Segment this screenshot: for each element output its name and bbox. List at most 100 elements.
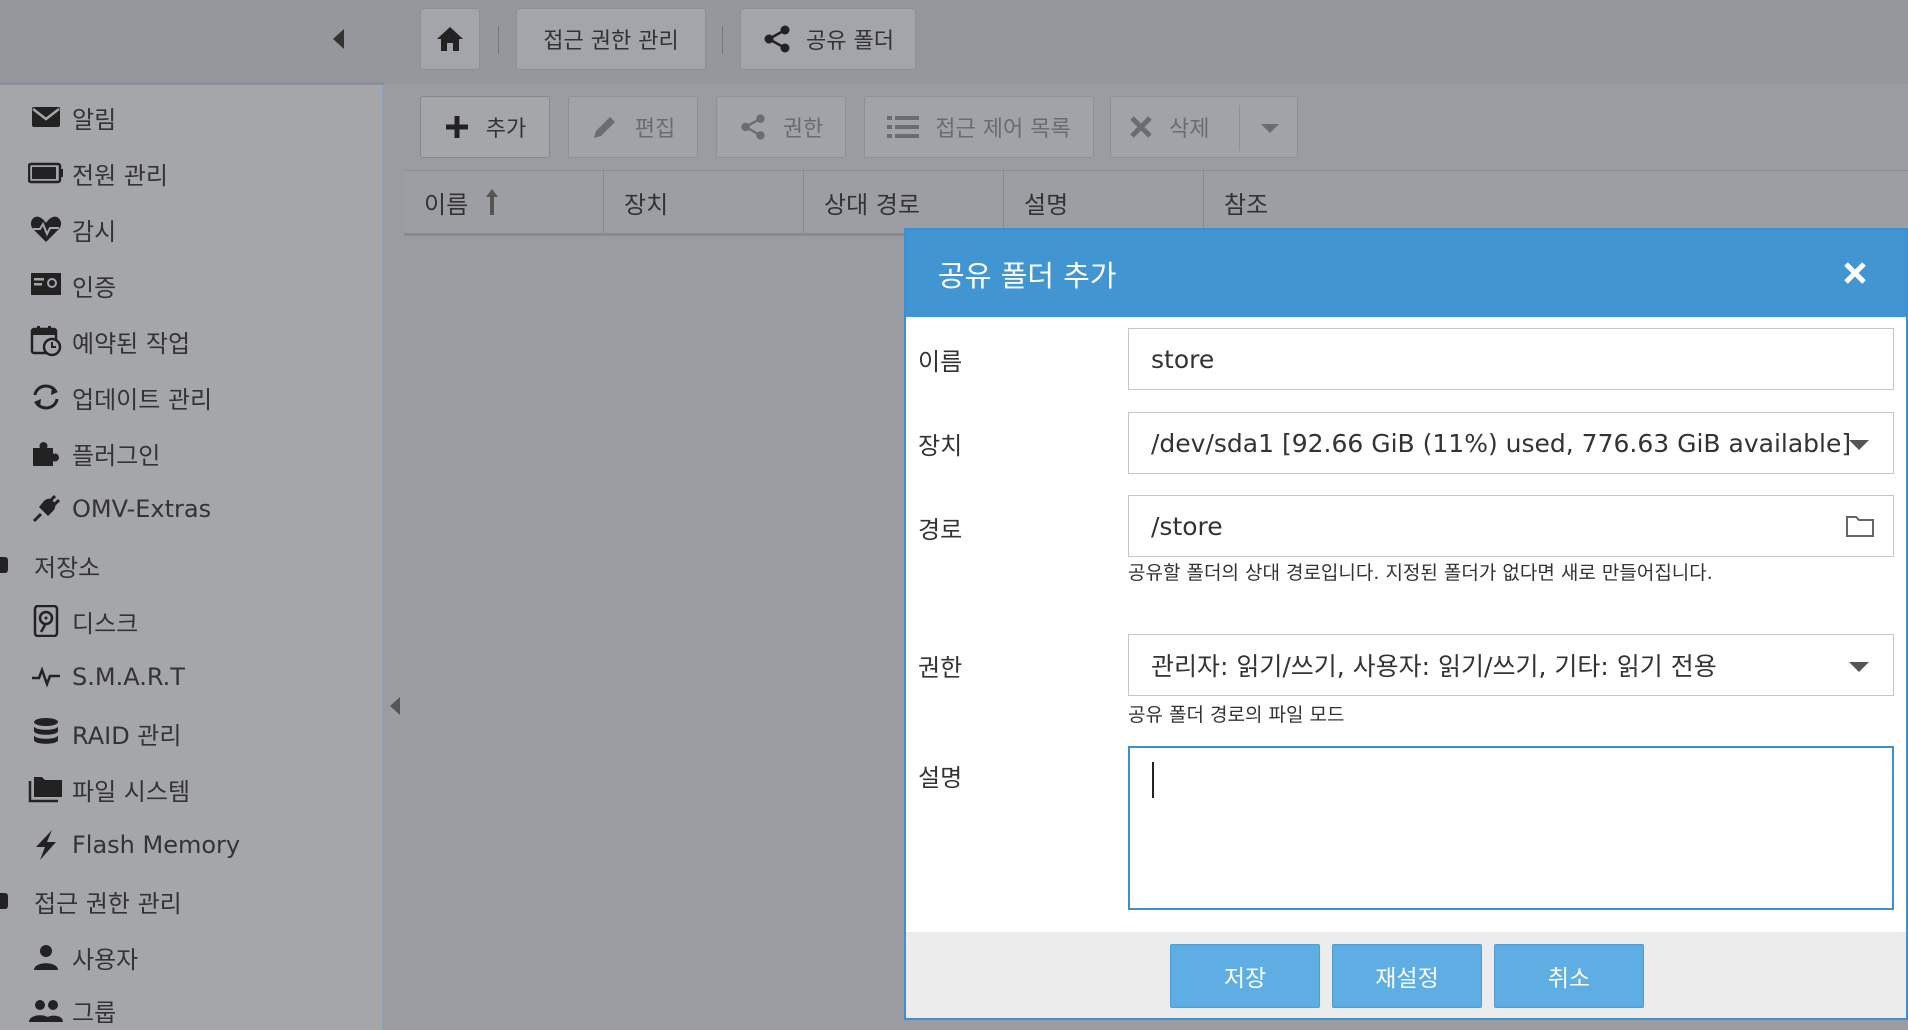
dialog-footer: 저장 재설정 취소: [906, 932, 1906, 1018]
chevron-down-icon[interactable]: [1849, 662, 1869, 672]
permissions-select[interactable]: 관리자: 읽기/쓰기, 사용자: 읽기/쓰기, 기타: 읽기 전용: [1128, 634, 1894, 696]
sidebar-item-monitoring[interactable]: 감시: [28, 209, 116, 249]
text-cursor: [1152, 762, 1154, 798]
sidebar-item-label: 예약된 작업: [72, 329, 191, 358]
cancel-button[interactable]: 취소: [1494, 944, 1644, 1008]
breadcrumb-shared-folders[interactable]: 공유 폴더: [740, 8, 916, 70]
group-expand-icon: [0, 557, 8, 573]
column-header-label: 상대 경로: [824, 190, 920, 219]
name-input[interactable]: store: [1128, 328, 1894, 390]
certificate-icon: [28, 269, 64, 301]
sidebar-group-label: 저장소: [34, 553, 101, 582]
path-label: 경로: [918, 516, 963, 544]
home-icon: [437, 27, 463, 51]
pencil-icon: [593, 117, 615, 138]
sidebar-item-disks[interactable]: 디스크: [28, 601, 138, 641]
breadcrumb-home-button[interactable]: [420, 8, 480, 70]
collapse-arrow-icon: [390, 697, 400, 715]
refresh-icon: [28, 381, 64, 413]
sort-ascending-icon: [486, 189, 499, 215]
breadcrumb-access-management[interactable]: 접근 권한 관리: [516, 8, 706, 70]
sidebar-item-label: 파일 시스템: [72, 777, 191, 806]
sidebar-splitter[interactable]: [386, 656, 404, 756]
sidebar-group-storage[interactable]: 저장소: [0, 545, 100, 585]
permissions-button-label: 권한: [782, 117, 824, 142]
sidebar-item-label: RAID 관리: [72, 721, 182, 750]
sidebar-group-access-management[interactable]: 접근 권한 관리: [0, 881, 182, 921]
sidebar-item-power[interactable]: 전원 관리: [28, 153, 168, 193]
reset-button-label: 재설정: [1375, 966, 1439, 992]
sidebar-item-label: Flash Memory: [72, 831, 241, 859]
sidebar-item-label: 업데이트 관리: [72, 385, 213, 414]
share-icon: [741, 114, 765, 140]
dialog-header[interactable]: 공유 폴더 추가: [906, 230, 1906, 317]
sidebar-item-plugins[interactable]: 플러그인: [28, 433, 160, 473]
breadcrumb-item-label: 접근 권한 관리: [543, 29, 679, 54]
device-select[interactable]: /dev/sda1 [92.66 GiB (11%) used, 776.63 …: [1128, 412, 1894, 474]
calendar-clock-icon: [28, 325, 64, 357]
add-button[interactable]: 추가: [420, 96, 550, 158]
sidebar-item-label: 그룹: [72, 998, 117, 1027]
device-label: 장치: [918, 432, 963, 460]
save-button[interactable]: 저장: [1170, 944, 1320, 1008]
sidebar-item-certificates[interactable]: 인증: [28, 265, 116, 305]
column-header-device[interactable]: 장치: [604, 171, 804, 233]
reset-button[interactable]: 재설정: [1332, 944, 1482, 1008]
battery-icon: [28, 157, 64, 189]
permissions-button[interactable]: 권한: [716, 96, 846, 158]
add-shared-folder-dialog: 공유 폴더 추가 이름 store 장치 /dev/sda1 [92.66 Gi…: [904, 228, 1908, 1020]
sidebar-item-label: 인증: [72, 273, 117, 302]
path-input[interactable]: /store: [1128, 495, 1894, 557]
delete-button[interactable]: 삭제: [1110, 96, 1298, 158]
sidebar-item-users[interactable]: 사용자: [28, 937, 138, 977]
add-button-label: 추가: [485, 117, 527, 142]
cancel-button-label: 취소: [1547, 966, 1591, 992]
close-icon: [1844, 262, 1866, 284]
sidebar-item-raid[interactable]: RAID 관리: [28, 713, 181, 753]
path-input-value: /store: [1151, 511, 1223, 541]
collapse-sidebar-icon[interactable]: [333, 29, 344, 49]
sidebar-item-notifications[interactable]: 알림: [28, 97, 116, 137]
delete-button-label: 삭제: [1169, 117, 1210, 142]
plus-icon: [445, 116, 468, 138]
sidebar-item-omv-extras[interactable]: OMV-Extras: [28, 489, 211, 529]
edit-button-label: 편집: [634, 117, 676, 142]
puzzle-icon: [28, 437, 64, 469]
flash-icon: [28, 829, 64, 861]
top-bar: 접근 권한 관리 공유 폴더: [0, 0, 1908, 84]
breadcrumb-item-label: 공유 폴더: [806, 29, 894, 54]
sidebar-item-label: OMV-Extras: [72, 495, 212, 523]
sidebar-item-flash-memory[interactable]: Flash Memory: [28, 825, 240, 865]
close-button[interactable]: [1838, 256, 1872, 290]
column-header-label: 이름: [424, 190, 469, 219]
chevron-down-icon[interactable]: [1261, 124, 1279, 133]
name-label: 이름: [918, 348, 963, 376]
column-header-relative-path[interactable]: 상대 경로: [804, 171, 1004, 233]
name-input-value: store: [1151, 344, 1215, 374]
sidebar-item-update-management[interactable]: 업데이트 관리: [28, 377, 212, 417]
chevron-down-icon[interactable]: [1849, 440, 1869, 450]
dialog-title: 공유 폴더 추가: [938, 258, 1117, 293]
description-label: 설명: [918, 764, 963, 792]
column-header-name[interactable]: 이름: [404, 171, 604, 233]
sidebar-item-scheduled-jobs[interactable]: 예약된 작업: [28, 321, 190, 361]
permissions-label: 권한: [918, 654, 963, 682]
edit-button[interactable]: 편집: [568, 96, 698, 158]
sidebar-item-label: S.M.A.R.T: [72, 663, 185, 691]
sidebar-item-filesystems[interactable]: 파일 시스템: [28, 769, 190, 809]
acl-button[interactable]: 접근 제어 목록: [864, 96, 1094, 158]
column-header-description[interactable]: 설명: [1004, 171, 1204, 233]
path-hint: 공유할 폴더의 상대 경로입니다. 지정된 폴더가 없다면 새로 만들어집니다.: [1128, 562, 1713, 584]
sidebar-item-groups[interactable]: 그룹: [28, 990, 116, 1030]
user-icon: [28, 941, 64, 973]
sidebar-item-smart[interactable]: S.M.A.R.T: [28, 657, 185, 697]
description-textarea[interactable]: [1128, 746, 1894, 910]
sidebar-item-label: 디스크: [72, 609, 139, 638]
folder-icon[interactable]: [1845, 514, 1875, 538]
group-expand-icon: [0, 893, 8, 909]
column-header-label: 참조: [1224, 190, 1269, 219]
sidebar-item-label: 감시: [72, 217, 117, 246]
permissions-select-value: 관리자: 읽기/쓰기, 사용자: 읽기/쓰기, 기타: 읽기 전용: [1151, 652, 1717, 681]
acl-button-label: 접근 제어 목록: [935, 117, 1071, 142]
column-header-references[interactable]: 참조: [1204, 171, 1908, 233]
